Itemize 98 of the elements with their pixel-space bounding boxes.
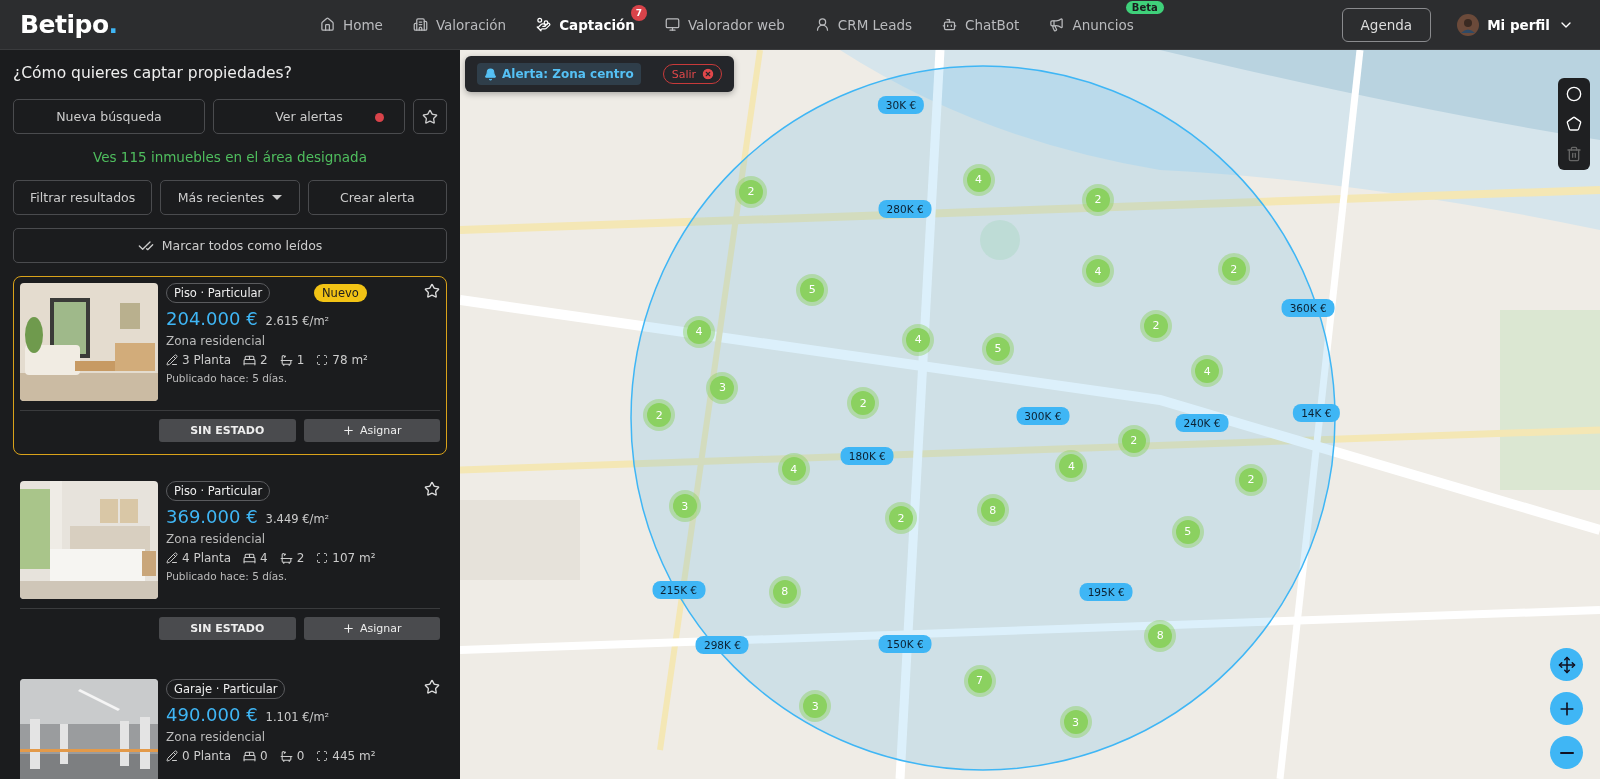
- bathrooms-text: 0: [296, 749, 305, 763]
- avatar-icon: [1457, 13, 1480, 36]
- property-card[interactable]: Garaje · Particular 490.000 € 1.101 €/m² Zona residencial 0 Planta 0 0 445 m²: [13, 672, 447, 779]
- status-button[interactable]: SIN ESTADO: [159, 419, 296, 442]
- sort-dropdown[interactable]: Más recientes: [160, 180, 300, 215]
- caret-icon: [272, 194, 283, 201]
- robot-icon: [942, 17, 958, 32]
- bath-icon: [279, 353, 293, 367]
- mark-all-read-button[interactable]: Marcar todos como leídos: [13, 228, 447, 263]
- trash-icon: [1566, 146, 1582, 162]
- pentagon-icon: [1566, 116, 1582, 132]
- nav-link[interactable]: Anuncios: [1049, 16, 1134, 33]
- assign-button[interactable]: Asignar: [303, 419, 440, 442]
- close-icon: [701, 67, 716, 81]
- property-card[interactable]: Piso · Particular 369.000 € 3.449 €/m² Zona residencial 4 Planta 4 2 107 m² Publicado hace: 5 días. SIN ESTADO Asignar: [13, 474, 447, 653]
- circle-icon: [1566, 86, 1582, 102]
- price: 204.000 €: [166, 308, 258, 329]
- bedrooms-text: 0: [260, 749, 268, 763]
- published-text: Publicado hace: 5 días.: [166, 570, 288, 582]
- price-marker[interactable]: 14K €: [1293, 404, 1340, 423]
- floor-text: 4 Planta: [182, 551, 232, 565]
- favorite-button[interactable]: [424, 283, 440, 299]
- nav-link[interactable]: Home: [320, 16, 383, 33]
- price: 369.000 €: [166, 506, 258, 527]
- price-marker[interactable]: 280K €: [878, 200, 932, 219]
- bathrooms-text: 2: [296, 551, 305, 565]
- favorite-button[interactable]: [424, 679, 440, 695]
- filter-button[interactable]: Filtrar resultados: [13, 180, 153, 215]
- favorite-button[interactable]: [424, 481, 440, 497]
- notification-badge: 7: [630, 4, 647, 21]
- price-marker[interactable]: 30K €: [877, 96, 925, 115]
- new-search-button[interactable]: Nueva búsqueda: [13, 99, 205, 134]
- area-text: 78 m²: [332, 353, 368, 367]
- bedrooms-text: 4: [260, 551, 268, 565]
- price-marker[interactable]: 360K €: [1281, 299, 1335, 318]
- star-icon: [424, 679, 440, 695]
- pencil-icon: [166, 552, 178, 564]
- price-per-m2: 2.615 €/m²: [265, 314, 330, 328]
- price-marker[interactable]: 240K €: [1175, 414, 1229, 433]
- beta-tag: Beta: [1125, 0, 1164, 14]
- bedrooms-text: 2: [260, 353, 268, 367]
- status-button[interactable]: SIN ESTADO: [159, 617, 296, 640]
- area-icon: [316, 750, 329, 762]
- monitor-icon: [664, 17, 680, 32]
- pencil-icon: [166, 354, 178, 366]
- nav-link[interactable]: ChatBot: [942, 16, 1020, 33]
- zone-text: Zona residencial: [166, 532, 267, 546]
- price-marker[interactable]: 300K €: [1016, 407, 1070, 426]
- area-icon: [316, 354, 329, 366]
- new-badge: Nuevo: [314, 284, 367, 302]
- area-text: 445 m²: [332, 749, 376, 763]
- property-card[interactable]: Piso · Particular Nuevo 204.000 € 2.615 €/m² Zona residencial 3 Planta 2 1 78 m² Publicado hace: 5 días. SIN ESTADO Asignar: [13, 276, 447, 455]
- floor-text: 3 Planta: [182, 353, 232, 367]
- bath-icon: [279, 551, 293, 565]
- buildings-icon: [412, 17, 428, 32]
- circle-tool-button[interactable]: [1564, 84, 1584, 104]
- results-count: Ves 115 inmuebles en el área designada: [92, 149, 368, 165]
- plus-icon: [342, 424, 355, 437]
- polygon-tool-button[interactable]: [1564, 114, 1584, 134]
- star-icon: [424, 283, 440, 299]
- profile-menu[interactable]: Mi perfil: [1451, 12, 1580, 37]
- alerts-button[interactable]: Ver alertas: [213, 99, 405, 134]
- logo[interactable]: Betipo.: [20, 10, 320, 39]
- star-icon: [424, 481, 440, 497]
- pencil-icon: [166, 750, 178, 762]
- bed-icon: [243, 551, 257, 565]
- user-icon: [814, 17, 830, 32]
- price-per-m2: 3.449 €/m²: [265, 512, 330, 526]
- bathrooms-text: 1: [296, 353, 305, 367]
- area-text: 107 m²: [332, 551, 376, 565]
- nav-link[interactable]: Valoración: [412, 16, 507, 33]
- published-text: Publicado hace: 5 días.: [166, 372, 288, 384]
- price-marker[interactable]: 180K €: [840, 447, 894, 466]
- panel-title: ¿Cómo quieres captar propiedades?: [13, 64, 293, 82]
- zone-text: Zona residencial: [166, 730, 267, 744]
- nav-link[interactable]: CRM Leads: [814, 16, 913, 33]
- price-per-m2: 1.101 €/m²: [265, 710, 330, 724]
- megaphone-icon: [1049, 17, 1065, 32]
- plus-icon: [342, 622, 355, 635]
- assign-button[interactable]: Asignar: [303, 617, 440, 640]
- bell-icon: [484, 67, 497, 81]
- hand-coins-icon: [536, 17, 552, 32]
- create-alert-button[interactable]: Crear alerta: [307, 180, 447, 215]
- zone-text: Zona residencial: [166, 334, 267, 348]
- house-icon: [320, 17, 335, 32]
- alert-zone-chip: Alerta: Zona centro: [477, 63, 641, 85]
- bed-icon: [243, 353, 257, 367]
- agenda-button[interactable]: Agenda: [1341, 7, 1432, 42]
- four-arrows-icon: [1557, 655, 1576, 674]
- favorites-button[interactable]: [413, 99, 447, 134]
- bath-icon: [279, 749, 293, 763]
- price: 490.000 €: [166, 704, 258, 725]
- star-icon: [422, 108, 438, 125]
- bed-icon: [243, 749, 257, 763]
- floor-text: 0 Planta: [182, 749, 232, 763]
- area-icon: [316, 552, 329, 564]
- nav-link[interactable]: Valorador web: [664, 16, 785, 33]
- minus-icon: [1559, 751, 1574, 754]
